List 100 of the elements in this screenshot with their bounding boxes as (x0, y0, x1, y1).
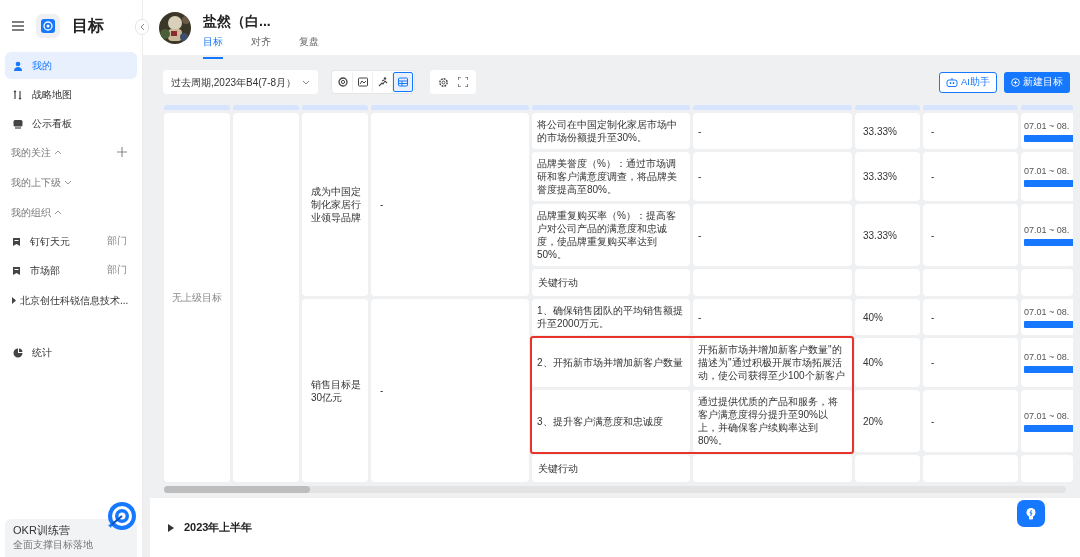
column-header-bar (1021, 105, 1073, 110)
org-tag: 部门 (107, 263, 127, 278)
table-cell: - (693, 113, 852, 149)
table-cell: 通过提供优质的产品和服务，将客户满意度得分提升至90%以上，并确保客户续购率达到80%。 (693, 390, 852, 452)
date-range: 07.01 ~ 08. (1024, 410, 1071, 422)
nav-item[interactable]: 统计 (5, 339, 137, 366)
column-header-bar (233, 105, 299, 110)
nav-item[interactable]: 公示看板 (5, 110, 137, 137)
timeline-bar (1024, 366, 1073, 373)
plus-circle-icon (1011, 77, 1020, 87)
chevron-left-icon (139, 23, 145, 31)
section-title[interactable]: 2023年上半年 (184, 519, 253, 536)
timeline-bar (1024, 424, 1073, 432)
table-cell: 成为中国定制化家居行业领导品牌 (302, 113, 368, 296)
settings-icon[interactable] (438, 76, 450, 88)
collapse-button[interactable] (135, 19, 149, 35)
table-cell (855, 455, 920, 482)
promo-card[interactable]: OKR训练营 全面支撑目标落地 (5, 519, 137, 557)
table-cell: - (693, 299, 852, 335)
table-cell: 40% (855, 338, 920, 387)
tab[interactable]: 对齐 (251, 34, 271, 59)
view-toggle[interactable] (393, 72, 414, 92)
promo-title: OKR训练营 (13, 523, 71, 538)
fullscreen-icon[interactable] (458, 77, 469, 87)
promo-subtitle: 全面支撑目标落地 (13, 538, 94, 551)
horizontal-scrollbar[interactable] (164, 486, 1066, 493)
chevron-up-icon (54, 208, 62, 216)
nav-item[interactable]: 战略地图 (5, 81, 137, 108)
scrollbar-thumb[interactable] (164, 486, 310, 493)
table-cell: - (923, 113, 1018, 149)
new-goal-button[interactable]: 新建目标 (1004, 71, 1070, 93)
menu-icon[interactable] (12, 21, 24, 31)
table-cell: 3、提升客户满意度和忠诚度 (532, 390, 690, 452)
table-cell: - (923, 152, 1018, 201)
chevron-up-icon (54, 148, 62, 156)
date-range: 07.01 ~ 08. (1024, 352, 1071, 363)
caret-right-icon (11, 296, 17, 304)
app-title: 目标 (72, 16, 104, 36)
table-cell: - (923, 338, 1018, 387)
table-cell: 销售目标是30亿元 (302, 299, 368, 482)
table-cell: - (371, 299, 529, 482)
period-dropdown[interactable]: 过去周期,2023年B4(7-8月） (163, 70, 319, 94)
nav-item[interactable]: 我的 (5, 52, 137, 79)
table-cell: 1、确保销售团队的平均销售额提升至2000万元。 (532, 299, 690, 335)
date-range: 07.01 ~ 08. (1024, 120, 1071, 132)
table-cell: 品牌美誉度（%）：通过市场调研和客户满意度调查，将品牌美誉度提高至80%。 (532, 152, 690, 201)
picture-frame-icon (357, 77, 368, 87)
date-range: 07.01 ~ 08. (1024, 306, 1071, 318)
ai-assistant-button[interactable]: AI助手 (939, 71, 997, 93)
arrows-icon (13, 89, 23, 100)
column-header-bar (855, 105, 920, 110)
section-toggle[interactable]: 我的上下级 (11, 174, 72, 190)
table-cell: 开拓新市场并增加新客户数量"的描述为"通过积极开展市场拓展活动，使公司获得至少100个新客户 (693, 338, 852, 387)
column-header-bar (164, 105, 230, 110)
lightbulb-icon (1026, 507, 1036, 520)
chevron-down-icon (302, 79, 311, 85)
org-item[interactable]: 市场部 (12, 263, 60, 278)
table-cell: - (371, 113, 529, 296)
tree-item[interactable]: 北京创仕科锐信息技术... (11, 292, 129, 308)
table-cell: 20% (855, 390, 920, 452)
tab[interactable]: 目标 (203, 34, 223, 59)
table-cell: 将公司在中国定制化家居市场中的市场份额提升至30%。 (532, 113, 690, 149)
section-toggle[interactable]: 我的组织 (11, 204, 62, 220)
timeline-bar (1024, 238, 1073, 246)
table-cell: 33.33% (855, 152, 920, 201)
tab[interactable]: 复盘 (299, 34, 319, 59)
column-header-bar (302, 105, 368, 110)
org-item[interactable]: 钉钉天元 (12, 234, 70, 249)
org-tag: 部门 (107, 234, 127, 249)
table-cell: - (923, 390, 1018, 452)
table-cell: - (693, 152, 852, 201)
table-cell: 40% (855, 299, 920, 335)
building-icon (12, 236, 21, 247)
help-button[interactable] (1017, 500, 1045, 527)
timeline-bar (1024, 320, 1073, 328)
table-cell: 33.33% (855, 204, 920, 266)
table-cell: - (693, 204, 852, 266)
runner-icon (377, 77, 388, 87)
board-icon (13, 118, 23, 129)
table-cell: - (923, 204, 1018, 266)
building-icon (12, 265, 21, 276)
user-name: 盐然（白... (203, 12, 272, 30)
caret-right-icon[interactable] (168, 523, 174, 532)
add-icon[interactable] (117, 147, 127, 157)
table-cell: 关键行动 (532, 455, 690, 482)
pie-chart-icon (13, 347, 23, 358)
table-view-icon (398, 77, 409, 87)
timeline-bar (1024, 134, 1073, 142)
app-logo-icon (36, 14, 60, 38)
timeline-bar (1024, 180, 1073, 187)
chevron-down-icon (64, 178, 72, 186)
robot-icon (946, 77, 958, 87)
target-icon (105, 501, 137, 533)
table-cell: 品牌重复购买率（%）：提高客户对公司产品的满意度和忠诚度，使品牌重复购买率达到50%。 (532, 204, 690, 266)
section-toggle[interactable]: 我的关注 (11, 144, 62, 160)
date-range: 07.01 ~ 08. (1024, 166, 1071, 177)
user-icon (13, 60, 23, 71)
table-cell: 2、开拓新市场并增加新客户数量 (532, 338, 690, 387)
table-cell: - (923, 299, 1018, 335)
table-cell: 无上级目标 (164, 113, 230, 482)
